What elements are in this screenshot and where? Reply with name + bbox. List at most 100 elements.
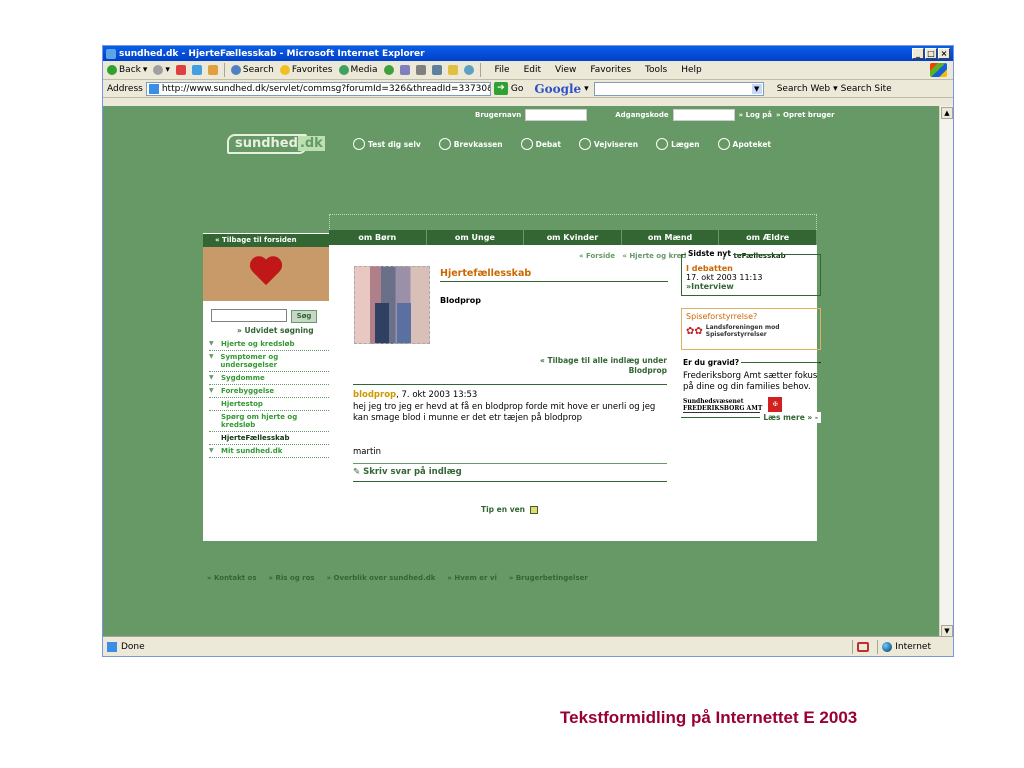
side-menu-item-ask[interactable]: Spørg om hjerte og kredsløb (209, 411, 329, 432)
menu-file[interactable]: File (495, 65, 510, 75)
menu-label: Hjerte og kredsløb (221, 340, 295, 348)
interview-link[interactable]: »Interview (686, 282, 816, 291)
back-to-all-posts-link[interactable]: « Tilbage til alle indlæg under Blodprop (523, 356, 667, 376)
footer-contact[interactable]: » Kontakt os (207, 574, 257, 582)
refresh-icon[interactable] (191, 65, 202, 75)
password-field[interactable] (672, 109, 735, 121)
favorites-button[interactable]: Favorites (279, 65, 333, 75)
search-button[interactable]: Search (230, 65, 274, 75)
reply-link[interactable]: ✎ Skriv svar på indlæg (353, 467, 462, 477)
nav-debate[interactable]: Debat (520, 138, 561, 150)
close-button[interactable]: × (938, 48, 950, 59)
login-link[interactable]: » Log på (739, 111, 772, 119)
book-icon (578, 138, 591, 150)
nav-doctor[interactable]: Lægen (656, 138, 700, 150)
menu-tools[interactable]: Tools (645, 65, 667, 75)
tab-men[interactable]: om Mænd (622, 230, 720, 245)
discuss-icon[interactable] (447, 65, 458, 75)
google-search-input[interactable]: ▼ (593, 81, 764, 96)
breadcrumb-home[interactable]: « Forside (579, 252, 615, 260)
back-button[interactable]: Back ▾ (107, 65, 147, 75)
side-menu-item-cardiac-arrest[interactable]: Hjertestop (209, 398, 329, 411)
zone-label: Internet (895, 641, 931, 652)
menu-edit[interactable]: Edit (524, 65, 541, 75)
tab-youth[interactable]: om Unge (427, 230, 525, 245)
footer-feedback[interactable]: » Ris og ros (269, 574, 315, 582)
photo-figure (397, 303, 411, 343)
minimize-button[interactable]: _ (912, 48, 924, 59)
history-icon[interactable] (383, 65, 394, 75)
go-arrow-icon[interactable]: ➔ (493, 82, 508, 95)
sundhed-logo[interactable]: sundhed .dk (227, 134, 325, 154)
read-more-link[interactable]: Læs mere » - (760, 412, 821, 423)
nav-letterbox[interactable]: Brevkassen (438, 138, 503, 150)
nav-test[interactable]: Test dig selv (353, 138, 421, 150)
print-icon[interactable] (415, 65, 426, 75)
search-site-button[interactable]: Search Site (841, 84, 892, 94)
zone-cell[interactable]: Internet (877, 639, 935, 654)
eating-disorder-ad[interactable]: Spiseforstyrrelse? ✿✿ Landsforeningen mod… (681, 308, 821, 350)
logo-dk: .dk (297, 136, 325, 151)
triangle-icon: ▼ (209, 447, 214, 454)
search-web-button[interactable]: Search Web (777, 84, 830, 94)
divider (353, 481, 667, 482)
top-nav: Test dig selv Brevkassen Debat Vejvisere… (353, 138, 771, 150)
vertical-scrollbar[interactable]: ▲ ▼ (939, 106, 953, 638)
site-search-input[interactable] (211, 309, 287, 322)
triangle-icon: ▼ (209, 374, 214, 381)
windows-logo-icon (930, 63, 947, 77)
side-menu-item-heart[interactable]: ▼ Hjerte og kredsløb (209, 338, 329, 351)
search-button[interactable]: Søg (291, 310, 317, 323)
back-home-link[interactable]: « Tilbage til forsiden (203, 234, 329, 247)
scroll-up-icon[interactable]: ▲ (941, 107, 953, 119)
address-url: http://www.sundhed.dk/servlet/commsg?for… (161, 83, 490, 94)
privacy-cell[interactable] (852, 639, 873, 654)
status-zone: Internet (852, 639, 935, 654)
media-button[interactable]: Media (338, 65, 378, 75)
nav-label: Apoteket (732, 139, 772, 149)
menu-view[interactable]: View (555, 65, 576, 75)
footer-overview[interactable]: » Overblik over sundhed.dk (327, 574, 436, 582)
messenger-icon[interactable] (463, 65, 474, 75)
advanced-search-link[interactable]: » Udvidet søgning (237, 326, 314, 335)
side-menu-item-my-sundhed[interactable]: ▼ Mit sundhed.dk (209, 445, 329, 458)
footer-terms[interactable]: » Brugerbetingelser (509, 574, 588, 582)
google-logo[interactable]: Google (534, 82, 581, 96)
mailbox-icon (438, 138, 451, 150)
latest-news-legend: Sidste nyt (686, 249, 733, 258)
tab-women[interactable]: om Kvinder (524, 230, 622, 245)
address-input[interactable]: http://www.sundhed.dk/servlet/commsg?for… (145, 81, 491, 96)
edit-icon[interactable] (431, 65, 442, 75)
menu-favorites[interactable]: Favorites (590, 65, 631, 75)
register-link[interactable]: » Opret bruger (776, 111, 835, 119)
tab-elderly[interactable]: om Ældre (719, 230, 817, 245)
username-label: Brugernavn (475, 111, 522, 119)
home-icon[interactable] (207, 65, 218, 75)
footer-about[interactable]: » Hvem er vi (447, 574, 496, 582)
menu-help[interactable]: Help (681, 65, 702, 75)
nav-guide[interactable]: Vejviseren (578, 138, 638, 150)
nav-pharmacy[interactable]: Apoteket (717, 138, 772, 150)
go-button[interactable]: Go (511, 84, 523, 94)
photo-figure (375, 303, 389, 343)
post-author[interactable]: blodprop (353, 390, 396, 400)
favorites-label: Favorites (291, 65, 333, 75)
side-menu-item-symptoms[interactable]: ▼ Symptomer og undersøgelser (209, 351, 329, 372)
stop-icon[interactable] (175, 65, 186, 75)
forward-button[interactable]: ▾ (153, 65, 170, 75)
chevron-down-icon[interactable]: ▾ (833, 84, 838, 94)
side-menu-item-community[interactable]: HjerteFællesskab (209, 432, 329, 445)
chevron-down-icon[interactable]: ▾ (584, 84, 589, 94)
side-menu-item-diseases[interactable]: ▼ Sygdomme (209, 372, 329, 385)
side-menu-item-prevention[interactable]: ▼ Forebyggelse (209, 385, 329, 398)
chevron-down-icon[interactable]: ▼ (751, 83, 762, 94)
latest-news-title[interactable]: I debatten (686, 264, 816, 273)
username-field[interactable] (525, 109, 588, 121)
tab-children[interactable]: om Børn (329, 230, 427, 245)
maximize-button[interactable]: □ (925, 48, 937, 59)
pregnancy-text: Frederiksborg Amt sætter fokus på dine o… (683, 371, 818, 392)
county-logo[interactable]: Sundhedsvæsenet FREDERIKSBORG AMT ✠ (683, 397, 819, 413)
mail-icon[interactable] (399, 65, 410, 75)
logo-text: sundhed (235, 136, 298, 151)
tip-friend-link[interactable]: Tip en ven (481, 505, 539, 514)
